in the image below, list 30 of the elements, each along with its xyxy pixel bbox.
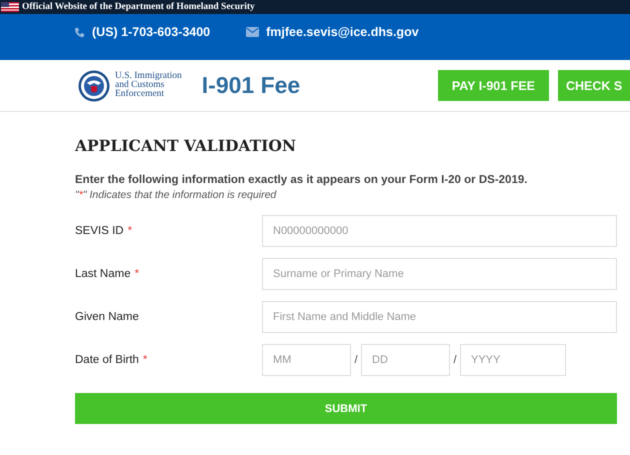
agency-name: U.S. Immigration and Customs Enforcement [115,72,182,99]
banner-text: Official Website of the Department of Homeland Security [22,2,255,12]
input-field[interactable]: Surname or Primary Name [262,258,617,290]
phone-link[interactable]: (US) 1-703-603-3400 [92,25,210,39]
nav-button[interactable]: PAY I-901 FEE [438,70,549,101]
mail-icon [246,27,260,37]
phone-icon [74,26,85,38]
field-label: SEVIS ID [75,225,124,237]
required-note: "*" Indicates that the information is required [75,189,278,201]
required-mark: * [134,268,140,280]
nav-button[interactable]: CHECK S [558,70,630,101]
field-label: Date of Birth [75,354,139,366]
date-separator: / [353,354,359,366]
input-field[interactable]: N00000000000 [262,215,617,247]
field-label: Given Name [75,311,139,323]
input-field[interactable]: First Name and Middle Name [262,301,617,333]
instruction-text: Enter the following information exactly as it appears on your Form I-20 or DS-2019. [75,174,528,186]
site-title: I-901 Fee [202,72,302,99]
input-field[interactable]: MM [262,344,351,376]
flag-icon [1,2,19,12]
submit-button[interactable]: SUBMIT [75,393,617,424]
form-title: APPLICANT VALIDATION [75,136,298,156]
email-link[interactable]: fmjfee.sevis@ice.dhs.gov [266,25,419,39]
date-separator: / [452,354,458,366]
field-label: Last Name [75,268,131,280]
input-field[interactable]: YYYY [460,344,566,376]
required-mark: * [128,225,132,237]
seal-icon [78,70,110,102]
required-mark: * [142,354,148,366]
input-field[interactable]: DD [361,344,450,376]
